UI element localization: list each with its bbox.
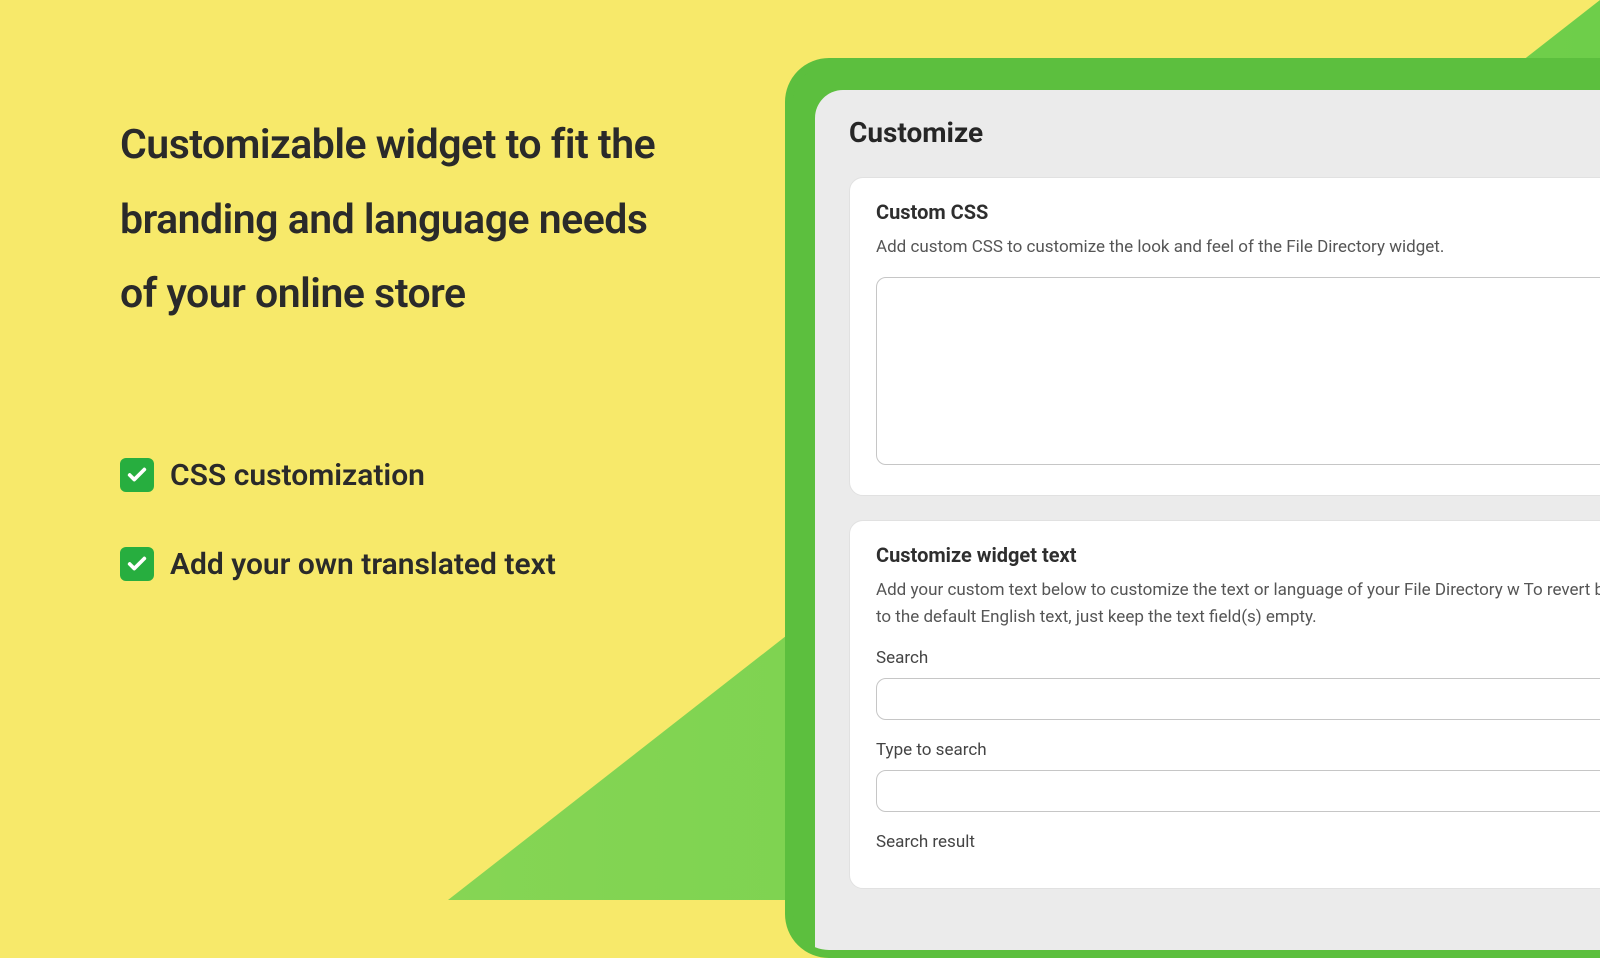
device-frame: Customize Custom CSS Add custom CSS to c… [785, 58, 1600, 958]
widget-text-heading: Customize widget text [876, 543, 1600, 567]
custom-css-heading: Custom CSS [876, 200, 1600, 224]
check-icon [120, 458, 154, 492]
feature-css-customization: CSS customization [120, 458, 660, 493]
marketing-copy: Customizable widget to fit the branding … [120, 108, 660, 636]
custom-css-description: Add custom CSS to customize the look and… [876, 234, 1600, 261]
feature-list: CSS customization Add your own translate… [120, 458, 660, 582]
search-label: Search [876, 648, 1600, 668]
search-result-label: Search result [876, 832, 1600, 852]
check-icon [120, 547, 154, 581]
search-input[interactable] [876, 678, 1600, 720]
app-screen: Customize Custom CSS Add custom CSS to c… [815, 90, 1600, 950]
widget-text-card: Customize widget text Add your custom te… [849, 520, 1600, 888]
custom-css-card: Custom CSS Add custom CSS to customize t… [849, 177, 1600, 496]
feature-translated-text: Add your own translated text [120, 547, 660, 582]
widget-text-description: Add your custom text below to customize … [876, 577, 1600, 631]
headline: Customizable widget to fit the branding … [120, 108, 660, 332]
custom-css-input[interactable] [876, 277, 1600, 465]
feature-label: CSS customization [170, 458, 425, 493]
type-to-search-input[interactable] [876, 770, 1600, 812]
page-title: Customize [849, 116, 1600, 149]
feature-label: Add your own translated text [170, 547, 556, 582]
type-to-search-label: Type to search [876, 740, 1600, 760]
